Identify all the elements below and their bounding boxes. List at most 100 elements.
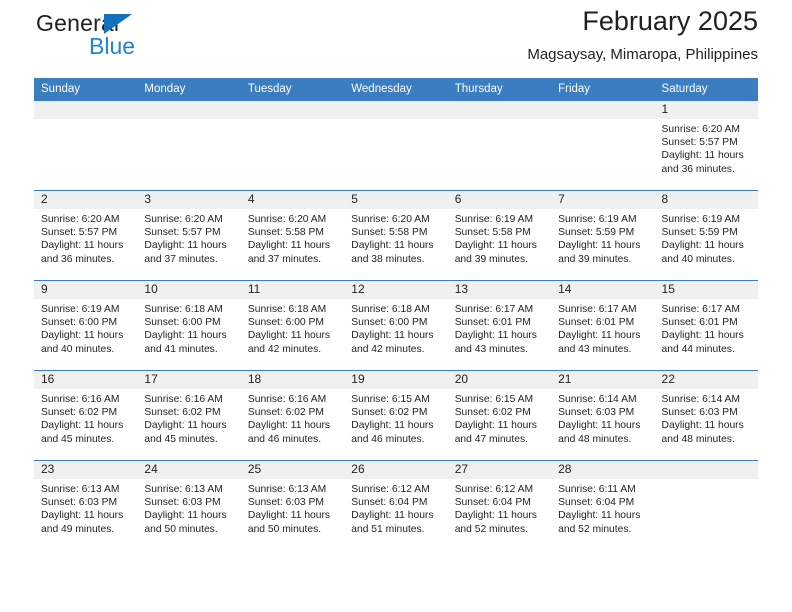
- calendar-week-row: 16 Sunrise: 6:16 AM Sunset: 6:02 PM Dayligh…: [34, 370, 758, 461]
- daylight-text: Daylight: 11 hours and 46 minutes.: [351, 420, 434, 445]
- day-cell: 9 Sunrise: 6:19 AM Sunset: 6:00 PM Daylight…: [34, 280, 138, 371]
- sunset-text: Sunset: 5:57 PM: [661, 137, 738, 149]
- daylight-text: Daylight: 11 hours and 52 minutes.: [558, 510, 641, 535]
- day-number: 14: [551, 281, 655, 299]
- day-cell: 13 Sunrise: 6:17 AM Sunset: 6:01 PM Dayligh…: [447, 280, 552, 371]
- day-number: 11: [240, 281, 345, 299]
- day-cell: 10 Sunrise: 6:18 AM Sunset: 6:00 PM Dayligh…: [137, 280, 241, 371]
- daylight-text: Daylight: 11 hours and 46 minutes.: [247, 420, 331, 445]
- day-cell-details: Sunrise: 6:19 AM Sunset: 5:58 PM Daylight:…: [448, 209, 551, 266]
- day-cell-details: Sunrise: 6:12 AM Sunset: 6:04 PM Daylight:…: [448, 479, 551, 536]
- daylight-text: Daylight: 11 hours and 40 minutes.: [41, 330, 124, 355]
- day-number: 5: [344, 191, 448, 209]
- day-cell: 2 Sunrise: 6:20 AM Sunset: 5:57 PM Daylight…: [34, 190, 138, 281]
- day-number: 17: [137, 371, 241, 389]
- daylight-text: Daylight: 11 hours and 45 minutes.: [41, 420, 124, 445]
- daylight-text: Daylight: 11 hours and 44 minutes.: [661, 330, 744, 355]
- sunrise-text: Sunrise: 6:16 AM: [247, 394, 327, 405]
- day-cell-empty: [551, 100, 655, 191]
- page-title: February 2025: [582, 6, 758, 36]
- sunrise-text: Sunrise: 6:13 AM: [247, 484, 327, 495]
- daylight-text: Daylight: 11 hours and 37 minutes.: [247, 240, 331, 265]
- sunset-text: Sunset: 6:00 PM: [351, 317, 428, 329]
- day-number: 21: [551, 371, 655, 389]
- sunrise-text: Sunrise: 6:15 AM: [454, 394, 534, 405]
- sunset-text: Sunset: 5:58 PM: [247, 227, 324, 239]
- day-cell: 21 Sunrise: 6:14 AM Sunset: 6:03 PM Dayligh…: [551, 370, 655, 461]
- sunset-text: Sunset: 6:01 PM: [661, 317, 738, 329]
- sunset-text: Sunset: 6:03 PM: [41, 497, 118, 509]
- day-cell: 1 Sunrise: 6:20 AM Sunset: 5:57 PM Daylight…: [654, 100, 758, 191]
- day-cell-details: Sunrise: 6:12 AM Sunset: 6:04 PM Daylight:…: [344, 479, 447, 536]
- daylight-text: Daylight: 11 hours and 47 minutes.: [454, 420, 537, 445]
- day-cell-details: Sunrise: 6:18 AM Sunset: 6:00 PM Daylight:…: [344, 299, 447, 356]
- sunrise-text: Sunrise: 6:19 AM: [661, 214, 740, 225]
- calendar-header-row: Sunday Monday Tuesday Wednesday Thursday…: [34, 78, 758, 101]
- sunset-text: Sunset: 5:59 PM: [661, 227, 738, 239]
- day-number: 9: [34, 281, 138, 299]
- day-cell: 22 Sunrise: 6:14 AM Sunset: 6:03 PM Dayligh…: [654, 370, 758, 461]
- daylight-text: Daylight: 11 hours and 41 minutes.: [144, 330, 227, 355]
- day-cell-details: Sunrise: 6:19 AM Sunset: 5:59 PM Daylight:…: [551, 209, 654, 266]
- day-number: 16: [34, 371, 138, 389]
- day-cell-details: Sunrise: 6:17 AM Sunset: 6:01 PM Daylight:…: [551, 299, 654, 356]
- day-number-band: [240, 101, 345, 119]
- day-number: 3: [137, 191, 241, 209]
- day-cell: 4 Sunrise: 6:20 AM Sunset: 5:58 PM Daylight…: [240, 190, 345, 281]
- day-cell: 19 Sunrise: 6:15 AM Sunset: 6:02 PM Dayligh…: [344, 370, 448, 461]
- sunrise-text: Sunrise: 6:13 AM: [144, 484, 223, 495]
- day-cell-empty: [447, 100, 552, 191]
- sunset-text: Sunset: 5:58 PM: [454, 227, 531, 239]
- sunset-text: Sunset: 6:04 PM: [454, 497, 531, 509]
- day-number: 7: [551, 191, 655, 209]
- sunset-text: Sunset: 5:57 PM: [144, 227, 221, 239]
- sunset-text: Sunset: 6:02 PM: [247, 407, 324, 419]
- day-cell: 14 Sunrise: 6:17 AM Sunset: 6:01 PM Dayligh…: [551, 280, 655, 371]
- sunrise-text: Sunrise: 6:17 AM: [454, 304, 534, 315]
- sunrise-text: Sunrise: 6:12 AM: [454, 484, 534, 495]
- day-cell: 16 Sunrise: 6:16 AM Sunset: 6:02 PM Dayligh…: [34, 370, 138, 461]
- day-cell-details: Sunrise: 6:19 AM Sunset: 5:59 PM Daylight:…: [655, 209, 758, 266]
- day-number-band: [551, 101, 655, 119]
- calendar-week-row: 9 Sunrise: 6:19 AM Sunset: 6:00 PM Daylight…: [34, 280, 758, 371]
- day-cell: 20 Sunrise: 6:15 AM Sunset: 6:02 PM Dayligh…: [447, 370, 552, 461]
- day-number: 18: [240, 371, 345, 389]
- weekday-header-sunday: Sunday: [34, 78, 138, 101]
- sunset-text: Sunset: 6:03 PM: [558, 407, 635, 419]
- sunrise-text: Sunrise: 6:14 AM: [558, 394, 637, 405]
- daylight-text: Daylight: 11 hours and 51 minutes.: [351, 510, 434, 535]
- day-cell-details: Sunrise: 6:13 AM Sunset: 6:03 PM Daylight:…: [34, 479, 137, 536]
- sunrise-text: Sunrise: 6:18 AM: [247, 304, 327, 315]
- day-cell-details: Sunrise: 6:14 AM Sunset: 6:03 PM Daylight:…: [655, 389, 758, 446]
- day-cell-details: Sunrise: 6:15 AM Sunset: 6:02 PM Daylight:…: [448, 389, 551, 446]
- daylight-text: Daylight: 11 hours and 50 minutes.: [144, 510, 227, 535]
- day-number: 13: [447, 281, 552, 299]
- day-cell-details: Sunrise: 6:20 AM Sunset: 5:57 PM Daylight:…: [34, 209, 137, 266]
- sunset-text: Sunset: 6:00 PM: [41, 317, 118, 329]
- day-cell: 27 Sunrise: 6:12 AM Sunset: 6:04 PM Dayligh…: [447, 460, 552, 551]
- sunrise-sunset-calendar: Sunday Monday Tuesday Wednesday Thursday…: [34, 78, 758, 551]
- sunrise-text: Sunrise: 6:20 AM: [144, 214, 223, 225]
- day-number-band: [137, 101, 241, 119]
- sunset-text: Sunset: 6:02 PM: [454, 407, 531, 419]
- page-header: General Blue February 2025 Magsaysay, Mi…: [34, 0, 758, 78]
- sunset-text: Sunset: 5:59 PM: [558, 227, 635, 239]
- weekday-header-thursday: Thursday: [447, 78, 552, 101]
- day-cell-details: Sunrise: 6:15 AM Sunset: 6:02 PM Daylight:…: [344, 389, 447, 446]
- daylight-text: Daylight: 11 hours and 48 minutes.: [558, 420, 641, 445]
- logo-text-blue: Blue: [89, 33, 136, 59]
- sunrise-text: Sunrise: 6:11 AM: [558, 484, 636, 495]
- day-number: 10: [137, 281, 241, 299]
- day-cell-details: Sunrise: 6:18 AM Sunset: 6:00 PM Daylight:…: [137, 299, 240, 356]
- calendar-page: General Blue February 2025 Magsaysay, Mi…: [0, 0, 792, 612]
- daylight-text: Daylight: 11 hours and 38 minutes.: [351, 240, 434, 265]
- daylight-text: Daylight: 11 hours and 48 minutes.: [661, 420, 744, 445]
- weekday-header-monday: Monday: [137, 78, 241, 101]
- calendar-week-row: 1 Sunrise: 6:20 AM Sunset: 5:57 PM Daylight…: [34, 100, 758, 191]
- sunset-text: Sunset: 6:03 PM: [144, 497, 221, 509]
- day-cell-details: Sunrise: 6:20 AM Sunset: 5:57 PM Daylight:…: [137, 209, 240, 266]
- sunrise-text: Sunrise: 6:12 AM: [351, 484, 430, 495]
- day-number: 6: [447, 191, 552, 209]
- daylight-text: Daylight: 11 hours and 36 minutes.: [661, 150, 744, 175]
- sunset-text: Sunset: 6:04 PM: [558, 497, 635, 509]
